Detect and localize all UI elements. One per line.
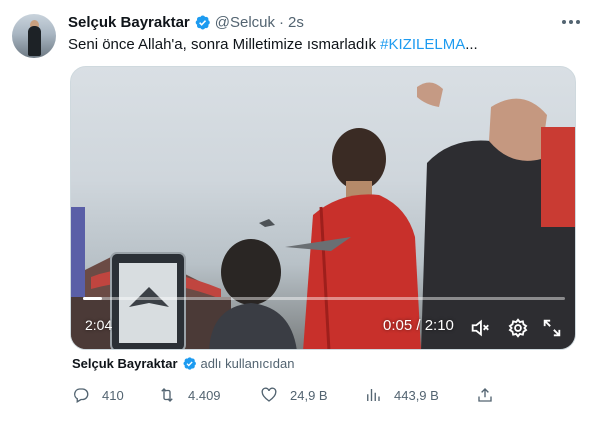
avatar-figure: [28, 26, 41, 56]
volume-mute-icon[interactable]: [469, 317, 491, 339]
heart-icon: [261, 387, 277, 402]
attribution-name[interactable]: Selçuk Bayraktar: [72, 356, 178, 371]
reply-count: 410: [102, 387, 124, 403]
like-button[interactable]: 24,9 B: [260, 382, 328, 408]
video-progress-fill: [83, 297, 103, 300]
tweet-text: Seni önce Allah'a, sonra Milletimize ısm…: [68, 36, 478, 53]
hashtag-link[interactable]: #KIZILELMA: [380, 36, 465, 53]
reply-button[interactable]: 410: [72, 382, 124, 408]
author-handle[interactable]: @Selcuk: [215, 14, 275, 31]
video-progress-track[interactable]: [83, 297, 565, 300]
views-count: 443,9 B: [394, 387, 439, 403]
tweet-header: Selçuk Bayraktar @Selcuk · 2s: [68, 12, 304, 32]
action-bar: 410 4.409 24,9 B 443,9 B: [68, 382, 498, 408]
retweet-icon: [161, 388, 173, 402]
video-attribution: Selçuk Bayraktar adlı kullanıcıdan: [72, 356, 294, 371]
settings-icon[interactable]: [507, 317, 529, 339]
video-player[interactable]: 2:04 0:05 / 2:10: [70, 66, 576, 350]
tweet-text-ellipsis: ...: [465, 36, 478, 53]
avatar[interactable]: [12, 14, 56, 58]
fullscreen-icon[interactable]: [541, 317, 563, 339]
retweet-count: 4.409: [188, 387, 221, 403]
more-icon: [562, 20, 580, 24]
share-button[interactable]: [476, 382, 506, 408]
separator-dot: ·: [279, 13, 284, 31]
video-frame: [71, 82, 575, 349]
like-count: 24,9 B: [290, 387, 328, 403]
author-name[interactable]: Selçuk Bayraktar: [68, 14, 190, 31]
views-chart-icon: [367, 389, 380, 401]
tweet[interactable]: Selçuk Bayraktar @Selcuk · 2s Seni önce …: [0, 0, 606, 424]
verified-badge-icon: [183, 357, 196, 370]
attribution-from: adlı kullanıcıdan: [200, 356, 295, 371]
timestamp[interactable]: 2s: [288, 14, 304, 31]
share-icon: [478, 388, 492, 402]
tweet-text-body: Seni önce Allah'a, sonra Milletimize ısm…: [68, 36, 381, 53]
retweet-button[interactable]: 4.409: [158, 382, 221, 408]
verified-badge-icon: [195, 15, 210, 29]
more-options-button[interactable]: [556, 10, 586, 34]
video-time-readout: 0:05 / 2:10: [383, 317, 454, 334]
reply-icon: [74, 388, 89, 403]
video-duration-badge: 2:04: [85, 317, 113, 333]
views-button[interactable]: 443,9 B: [364, 382, 439, 408]
